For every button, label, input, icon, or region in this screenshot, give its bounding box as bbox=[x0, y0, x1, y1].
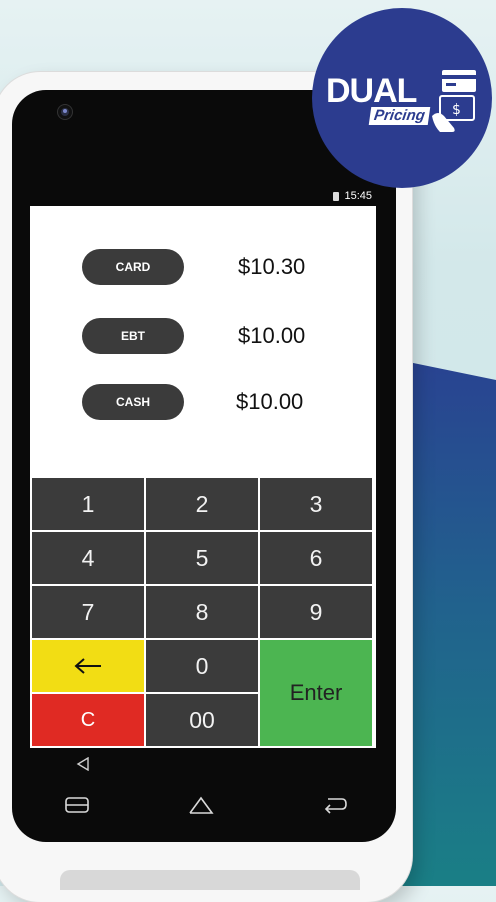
key-8[interactable]: 8 bbox=[146, 586, 258, 638]
card-amount: $10.30 bbox=[238, 254, 306, 279]
status-bar: 15:45 bbox=[30, 186, 376, 206]
svg-text:$: $ bbox=[452, 102, 461, 118]
price-row-card: CARD $10.30 bbox=[82, 248, 362, 286]
keypad: 1 2 3 4 5 6 7 8 9 0 Enter C 00 bbox=[32, 478, 372, 748]
home-icon[interactable] bbox=[186, 792, 216, 818]
left-arrow-icon bbox=[74, 658, 101, 674]
badge-title: DUAL bbox=[326, 72, 417, 110]
key-1[interactable]: 1 bbox=[32, 478, 144, 530]
back-triangle-icon[interactable] bbox=[72, 754, 94, 774]
ebt-button[interactable]: EBT bbox=[82, 318, 184, 354]
key-00[interactable]: 00 bbox=[146, 694, 258, 746]
card-button[interactable]: CARD bbox=[82, 249, 184, 285]
camera-icon bbox=[58, 105, 72, 119]
android-navbar bbox=[30, 748, 376, 838]
key-3[interactable]: 3 bbox=[260, 478, 372, 530]
cash-amount: $10.00 bbox=[236, 389, 304, 414]
pos-screen: CARD $10.30 EBT $10.00 CASH $10.00 1 2 3… bbox=[30, 206, 376, 748]
card-cash-icon: $ bbox=[432, 70, 476, 132]
key-9[interactable]: 9 bbox=[260, 586, 372, 638]
ebt-amount: $10.00 bbox=[238, 323, 306, 348]
cash-button[interactable]: CASH bbox=[82, 384, 184, 420]
key-0[interactable]: 0 bbox=[146, 640, 258, 692]
key-2[interactable]: 2 bbox=[146, 478, 258, 530]
status-time: 15:45 bbox=[344, 190, 372, 202]
key-7[interactable]: 7 bbox=[32, 586, 144, 638]
key-6[interactable]: 6 bbox=[260, 532, 372, 584]
key-5[interactable]: 5 bbox=[146, 532, 258, 584]
key-4[interactable]: 4 bbox=[32, 532, 144, 584]
device-base bbox=[60, 870, 360, 890]
clear-button[interactable]: C bbox=[32, 694, 144, 746]
badge-subtitle: Pricing bbox=[368, 107, 431, 125]
backspace-button[interactable] bbox=[32, 640, 144, 692]
price-row-ebt: EBT $10.00 bbox=[82, 317, 362, 355]
price-row-cash: CASH $10.00 bbox=[82, 383, 362, 421]
dual-pricing-badge: DUAL Pricing $ bbox=[312, 8, 492, 188]
recents-icon[interactable] bbox=[62, 794, 92, 816]
enter-button[interactable]: Enter bbox=[260, 640, 372, 746]
return-icon[interactable] bbox=[320, 792, 350, 818]
battery-icon bbox=[333, 191, 340, 201]
